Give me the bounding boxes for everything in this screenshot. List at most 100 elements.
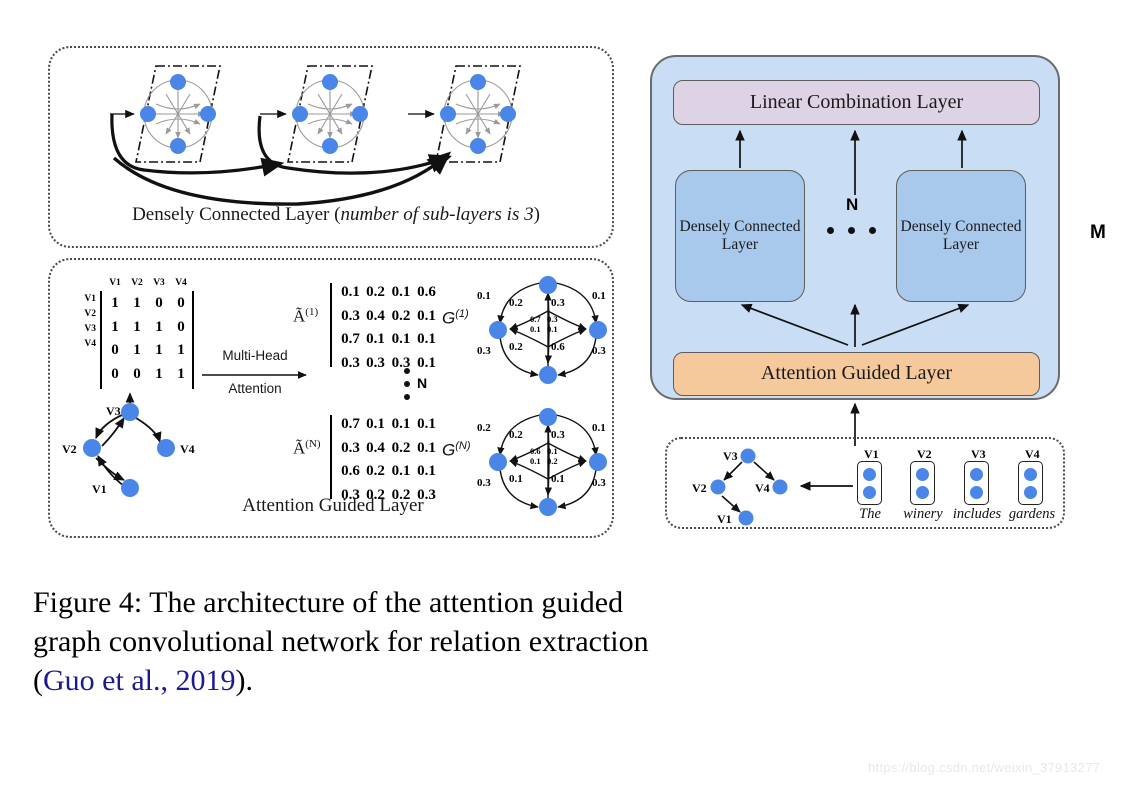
repeat-dot <box>404 394 410 400</box>
adj-cell: 1 <box>133 318 141 335</box>
g1-inner-weight-ll: 0.2 <box>509 341 523 353</box>
gn-outer-weight-tl: 0.2 <box>477 422 491 434</box>
adj-cell: 0 <box>133 366 141 383</box>
vector-dot <box>916 468 929 481</box>
g1-outer-weight-tl: 0.1 <box>477 290 491 302</box>
amatn-cell: 0.6 <box>341 463 360 480</box>
caption-line-3: (Guo et al., 2019). <box>33 661 733 700</box>
adj-col-header: V3 <box>153 278 165 288</box>
caption-citation-link[interactable]: Guo et al., 2019 <box>43 664 235 697</box>
g1-center-weight-br: 0.1 <box>547 324 558 334</box>
gn-outer-weight-br: 0.3 <box>592 477 606 489</box>
input-dep-vertex-v3: V3 <box>723 449 738 463</box>
multi-head-label-line1: Multi-Head <box>222 348 288 363</box>
token-label: winery <box>903 506 943 522</box>
dcl-panel-caption: Densely Connected Layer (number of sub-l… <box>126 204 546 226</box>
token-vertex-label: V2 <box>917 447 932 461</box>
dep-vertex-label-v4: V4 <box>180 442 195 456</box>
adj-cell: 1 <box>155 366 163 383</box>
amatn-cell: 0.1 <box>417 439 436 456</box>
model-outer-label-m: M <box>1090 222 1106 243</box>
vector-dot <box>970 486 983 499</box>
amat1-cell: 0.7 <box>341 331 360 348</box>
vector-dot <box>863 468 876 481</box>
g1-outer-weight-tr: 0.1 <box>592 290 606 302</box>
dcl-caption-italic: number of sub-layers is 3 <box>340 204 534 225</box>
amat1-cell: 0.1 <box>417 331 436 348</box>
token-label: The <box>859 506 881 522</box>
dcl-caption-close: ) <box>533 204 540 225</box>
gn-sup: (N) <box>455 440 471 452</box>
amatn-base: Ã <box>293 438 306 458</box>
caption-paren-open: ( <box>33 664 43 697</box>
amatn-cell: 0.1 <box>391 463 411 480</box>
agl-panel-caption: Attention Guided Layer <box>242 495 424 516</box>
g1-outer-weight-br: 0.3 <box>592 345 606 357</box>
g1-base: G <box>442 308 456 328</box>
amatn-cell: 0.2 <box>391 439 411 456</box>
amat1-sup: (1) <box>305 306 319 318</box>
amat1-cell: 0.1 <box>417 355 436 372</box>
amatn-sup: (N) <box>305 438 321 450</box>
input-dep-vertex-v4: V4 <box>755 481 770 495</box>
amatn-cell: 0.1 <box>366 416 385 432</box>
amat1-base: Ã <box>293 306 306 326</box>
vector-dot <box>970 468 983 481</box>
adj-row-header: V4 <box>84 339 96 349</box>
amatn-cell: 0.3 <box>341 439 360 456</box>
amat1-cell: 0.2 <box>366 284 385 300</box>
amat1-cell: 0.1 <box>341 284 360 300</box>
multi-head-label-line2: Attention <box>228 381 282 396</box>
g1-outer-weight-bl: 0.3 <box>477 345 491 357</box>
attention-matrix-1-label: Ã(1) <box>293 306 318 327</box>
amat1-cell: 0.4 <box>366 307 385 324</box>
adj-row-header: V2 <box>84 309 96 319</box>
adj-cell: 0 <box>177 318 185 335</box>
adj-cell: 0 <box>111 342 119 359</box>
gn-outer-weight-bl: 0.3 <box>477 477 491 489</box>
amatn-cell: 0.4 <box>366 439 385 456</box>
repeat-dot <box>404 368 410 374</box>
amat1-cell: 0.1 <box>391 284 411 300</box>
amat1-cell: 0.1 <box>417 307 436 324</box>
word-vector-box <box>1018 461 1043 505</box>
vector-dot <box>863 486 876 499</box>
adj-cell: 1 <box>111 318 119 335</box>
adj-cell: 0 <box>177 295 185 311</box>
amat1-cell: 0.6 <box>417 284 436 300</box>
g1-inner-weight-lr: 0.6 <box>551 341 565 353</box>
amat1-left-bar <box>330 283 332 367</box>
amat1-cell: 0.1 <box>391 331 411 348</box>
adj-cell: 0 <box>111 366 119 383</box>
g1-center-weight-bl: 0.1 <box>530 324 541 334</box>
right-panel-arrows <box>735 129 970 347</box>
repeat-dot <box>404 381 410 387</box>
word-vector-box <box>964 461 989 505</box>
amatn-left-bar <box>330 415 332 499</box>
caption-line-1: Figure 4: The architecture of the attent… <box>33 586 624 619</box>
adj-cell: 1 <box>177 366 185 383</box>
token-vertex-label: V1 <box>864 447 879 461</box>
gn-inner-weight-lr: 0.1 <box>551 473 565 485</box>
gn-inner-weight-ur: 0.3 <box>551 429 565 441</box>
graph-n-label: G(N) <box>442 440 471 461</box>
words-to-dep-arrow <box>799 481 853 491</box>
amat1-cell: 0.3 <box>341 307 360 324</box>
gn-center-weight-br: 0.2 <box>547 456 558 466</box>
graph-1-label: G(1) <box>442 308 469 329</box>
attention-matrix-n-label: Ã(N) <box>293 438 321 459</box>
g1-inner-weight-ul: 0.2 <box>509 297 523 309</box>
vector-dot <box>916 486 929 499</box>
left-repeat-label-n: N <box>417 375 428 391</box>
amat1-cell: 0.3 <box>341 355 360 372</box>
g1-center-weight-tr: 0.3 <box>547 314 558 324</box>
caption-paren-close: ). <box>235 664 253 697</box>
adj-cell: 1 <box>155 342 163 359</box>
amatn-cell: 0.2 <box>366 463 385 480</box>
figure-caption: Figure 4: The architecture of the attent… <box>33 583 733 700</box>
amatn-cell: 0.1 <box>417 463 436 480</box>
adj-cell: 1 <box>133 342 141 359</box>
amatn-cell: 0.1 <box>391 416 411 432</box>
gn-inner-weight-ul: 0.2 <box>509 429 523 441</box>
gn-center-weight-bl: 0.1 <box>530 456 541 466</box>
